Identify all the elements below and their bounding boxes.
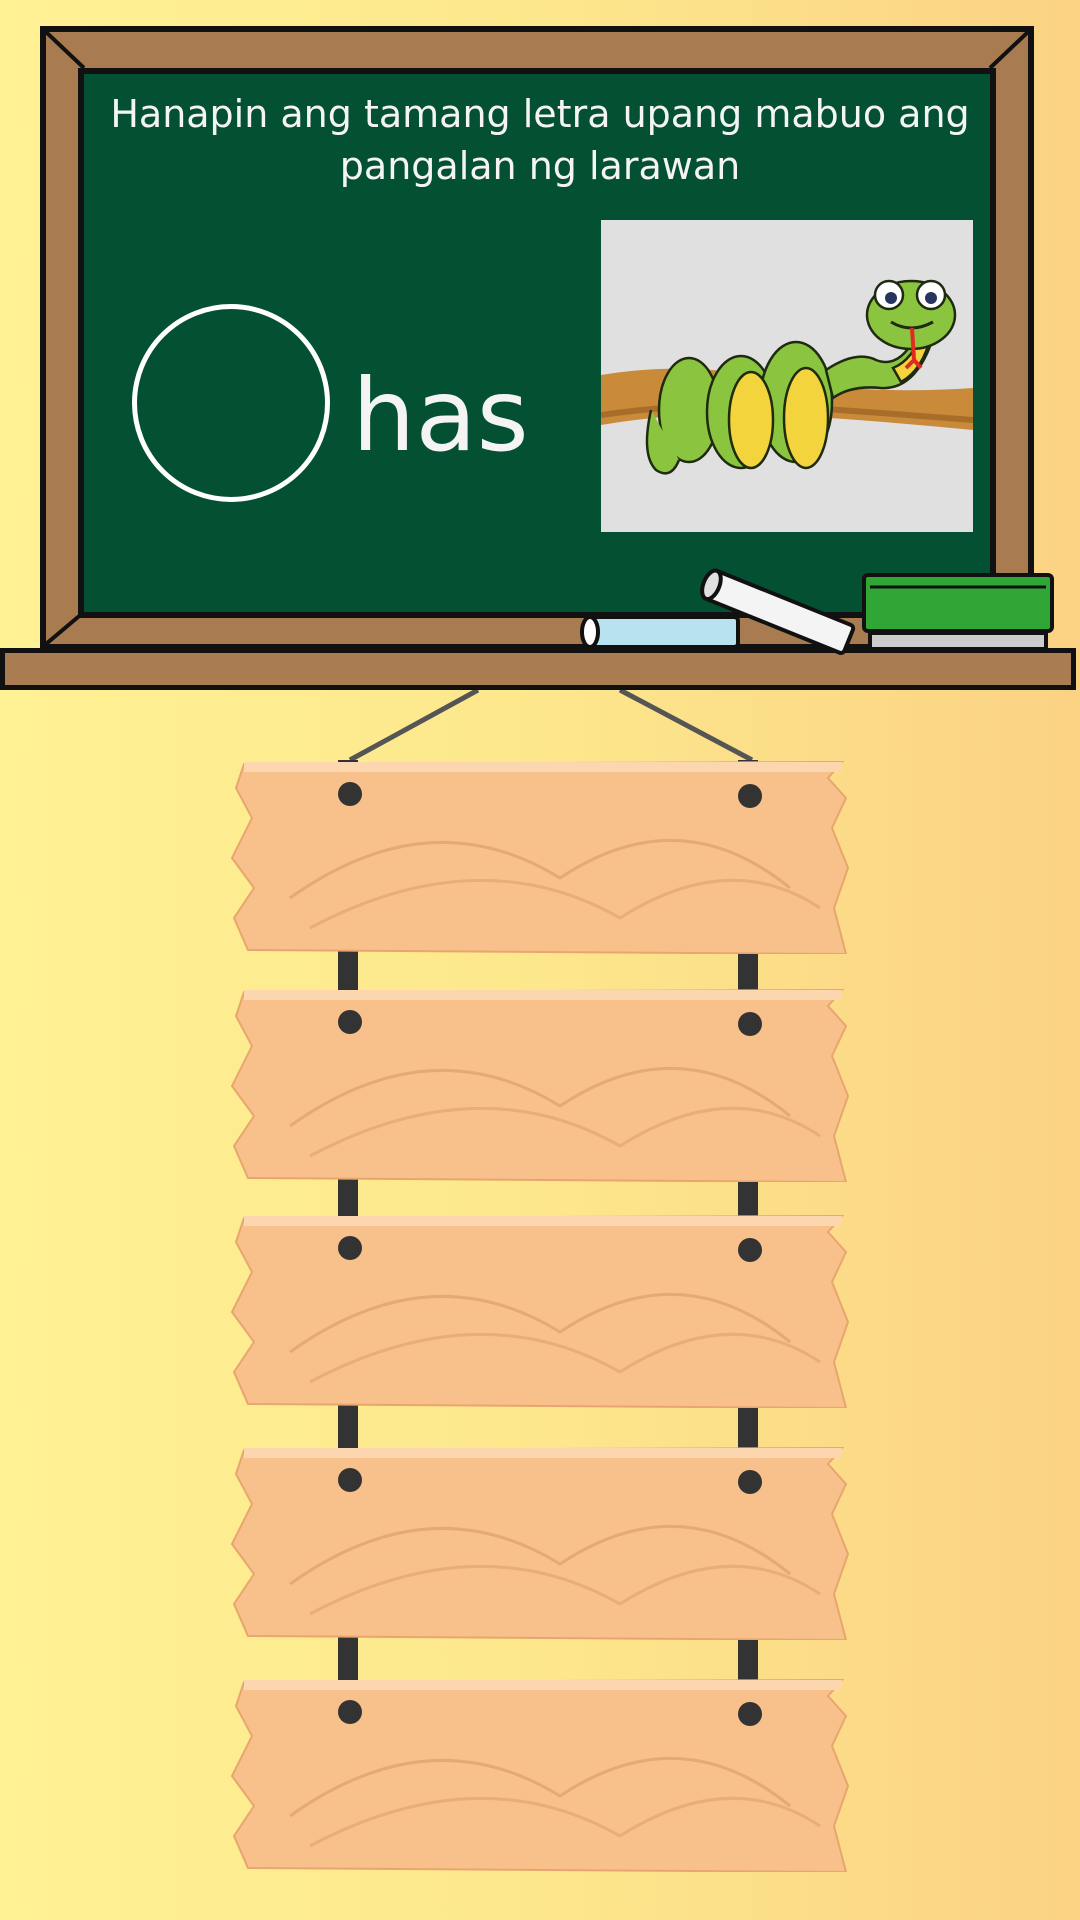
choice-plank-5[interactable]	[230, 1676, 850, 1874]
choice-plank-2[interactable]	[230, 986, 850, 1184]
instruction-text: Hanapin ang tamang letra upang mabuo ang…	[110, 88, 970, 192]
word-suffix: has	[352, 357, 529, 474]
choice-plank-3[interactable]	[230, 1212, 850, 1410]
blue-chalk-icon	[580, 615, 740, 649]
books-icon	[862, 573, 1054, 651]
hanging-string	[348, 690, 754, 762]
snake-icon	[600, 279, 974, 475]
choice-plank-4[interactable]	[230, 1444, 850, 1642]
snake-picture	[600, 220, 974, 532]
instruction-line-2: pangalan ng larawan	[339, 144, 741, 188]
instruction-line-1: Hanapin ang tamang letra upang mabuo ang	[110, 92, 970, 136]
chalk-and-books	[580, 568, 1054, 655]
answer-drop-circle[interactable]	[132, 304, 330, 502]
choice-plank-1[interactable]	[230, 758, 850, 956]
